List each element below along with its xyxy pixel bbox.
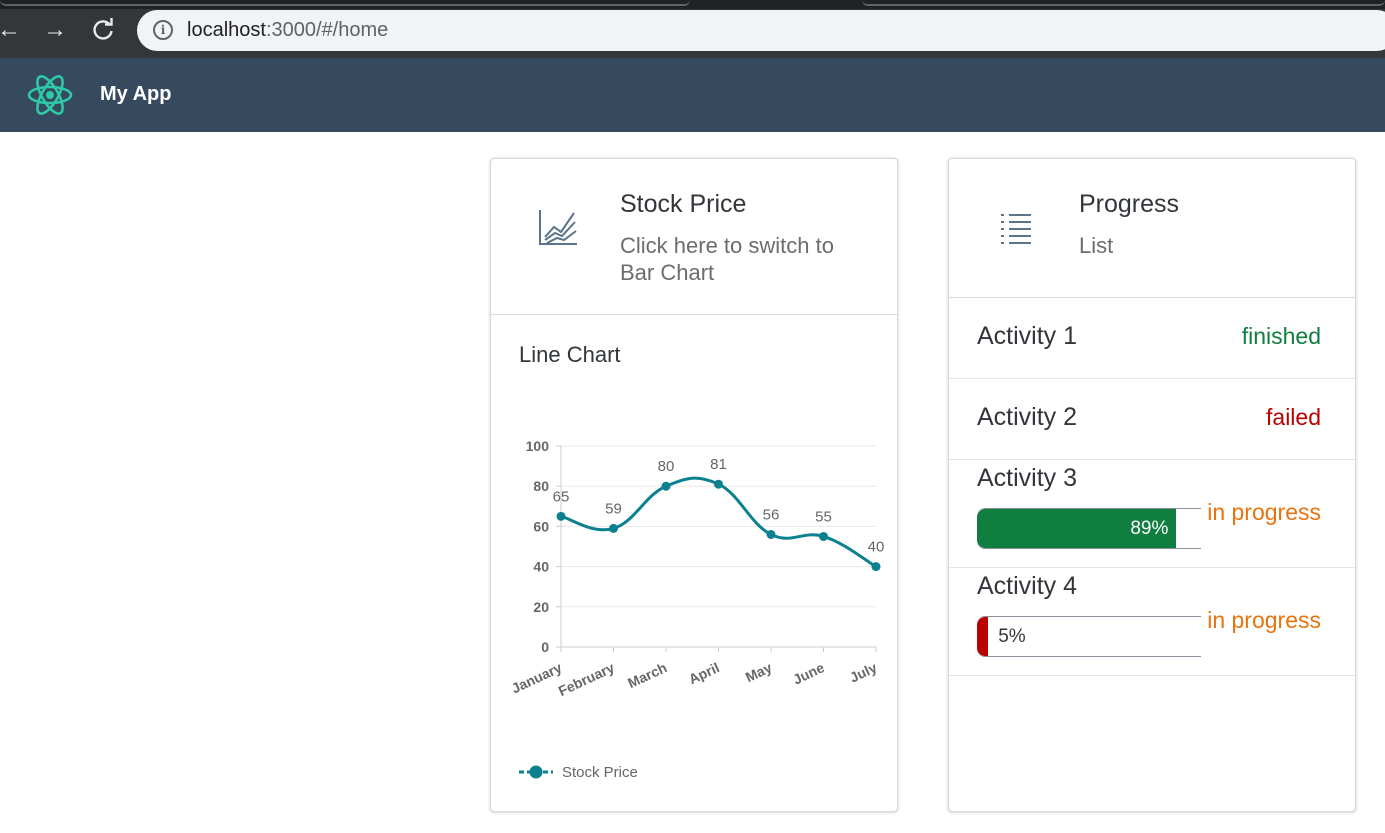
y-tick-label: 0 [541, 639, 549, 655]
activity-item[interactable]: Activity 4 5% in progress [949, 568, 1355, 676]
y-tick-label: 100 [526, 438, 550, 454]
progress-bar: 5% [977, 616, 1201, 657]
line-chart-icon [539, 210, 577, 245]
activity-item[interactable]: Activity 3 89% in progress [949, 460, 1355, 568]
browser-tab[interactable] [0, 0, 690, 6]
data-label: 80 [658, 458, 675, 475]
legend-marker-icon [519, 765, 553, 779]
activity-item[interactable]: Activity 1 finished [949, 298, 1355, 379]
activity-name: Activity 4 [977, 572, 1078, 600]
x-tick-label: June [790, 659, 827, 687]
progress-bar-fill [977, 617, 989, 656]
activity-status: in progress [1207, 607, 1321, 633]
list-icon [1001, 214, 1031, 244]
activity-status: failed [1266, 404, 1321, 430]
data-label: 81 [710, 456, 727, 473]
progress-bar-value: 5% [998, 626, 1026, 647]
data-label: 55 [815, 508, 832, 525]
x-tick-label: March [625, 659, 669, 691]
info-icon[interactable]: i [153, 20, 173, 40]
url-text[interactable]: localhost:3000/#/home [187, 19, 388, 42]
url-path: :3000/#/home [265, 19, 389, 41]
y-tick-label: 80 [533, 478, 549, 494]
progress-card-subtitle: List [1079, 233, 1114, 258]
x-tick-label: February [556, 659, 617, 699]
progress-card-title: Progress [1079, 190, 1180, 218]
data-point [609, 523, 618, 533]
data-point [871, 562, 881, 572]
activity-name: Activity 3 [977, 464, 1078, 492]
data-point [766, 529, 776, 539]
data-label: 56 [763, 506, 780, 523]
address-bar[interactable]: i localhost:3000/#/home [137, 10, 1385, 51]
data-point [714, 479, 723, 489]
reload-icon-glyph [93, 18, 113, 40]
x-tick-label: May [743, 659, 775, 685]
data-point [556, 511, 566, 521]
x-tick-label: July [847, 659, 879, 685]
activity-item[interactable]: Activity 2 failed [949, 379, 1355, 460]
activity-name: Activity 2 [977, 403, 1078, 431]
data-point [661, 481, 671, 491]
legend-label: Stock Price [562, 764, 638, 781]
data-label: 40 [868, 539, 885, 556]
data-label: 65 [553, 488, 570, 505]
app-header: My App [0, 58, 1385, 132]
progress-card-header[interactable]: Progress List [949, 159, 1355, 298]
tab-strip [0, 0, 1385, 9]
stock-price-card: Stock Price Click here to switch to Bar … [490, 158, 898, 812]
chart-type-label: Line Chart [519, 342, 621, 367]
stock-card-subtitle: Click here to switch to Bar Chart [620, 233, 834, 285]
progress-bar-value: 89% [1130, 518, 1169, 539]
back-icon[interactable]: ← [0, 15, 24, 45]
y-tick-label: 60 [533, 518, 549, 534]
x-tick-label: January [509, 659, 565, 696]
stock-card-title: Stock Price [620, 190, 747, 218]
app-title: My App [100, 83, 172, 105]
stock-card-header[interactable]: Stock Price Click here to switch to Bar … [491, 159, 897, 315]
y-tick-label: 20 [533, 599, 549, 615]
forward-icon[interactable]: → [40, 15, 70, 45]
data-label: 59 [605, 500, 622, 517]
browser-tab[interactable] [862, 0, 1385, 6]
x-tick-label: April [686, 659, 722, 687]
react-logo-icon[interactable] [26, 73, 74, 117]
reload-icon[interactable] [88, 15, 118, 45]
activity-status: in progress [1207, 499, 1321, 525]
activity-name: Activity 1 [977, 322, 1078, 350]
url-host: localhost [187, 19, 266, 41]
line-chart[interactable]: 0 20 40 60 80 100 JanuaryFebruary March April May… [491, 419, 898, 709]
data-point [819, 531, 828, 541]
browser-toolbar: ← → i localhost:3000/#/home [0, 0, 1385, 58]
progress-card: Progress List Activity 1 finished Activi… [948, 158, 1356, 812]
activity-status: finished [1241, 323, 1321, 349]
y-tick-label: 40 [533, 559, 549, 575]
progress-bar: 89% [977, 508, 1201, 549]
